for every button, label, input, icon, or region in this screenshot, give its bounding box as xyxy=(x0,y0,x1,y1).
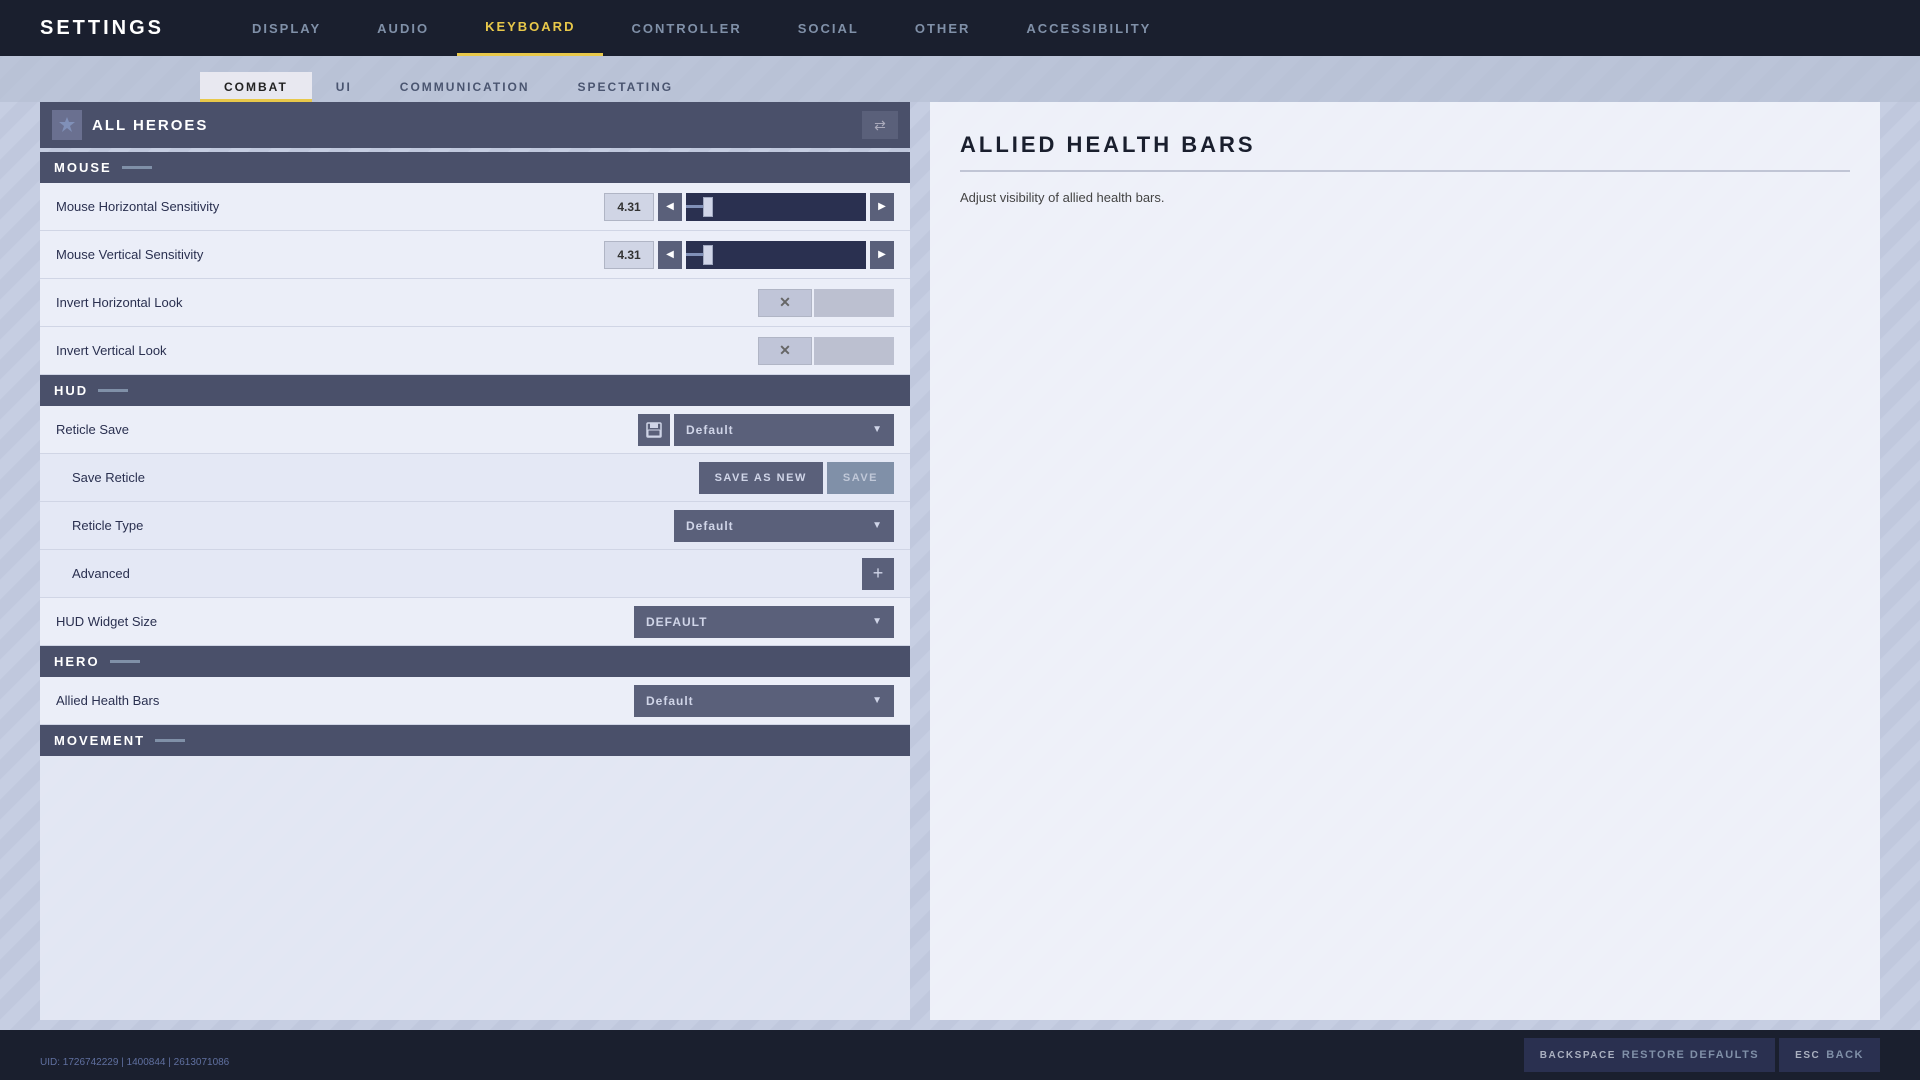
slider-h-thumb[interactable] xyxy=(703,197,713,217)
save-button[interactable]: SAVE xyxy=(827,462,894,494)
toggle-x2-icon: ✕ xyxy=(779,342,791,359)
toggle-empty-right xyxy=(814,289,894,317)
nav-audio[interactable]: AUDIO xyxy=(349,0,457,56)
back-label: BACK xyxy=(1826,1049,1864,1061)
toggle-invert-h-button[interactable]: ✕ xyxy=(758,289,812,317)
section-header-hero: HERO xyxy=(40,646,910,677)
section-title-movement: MOVEMENT xyxy=(54,733,145,748)
nav-display[interactable]: DISPLAY xyxy=(224,0,349,56)
reticle-save-arrow-icon: ▼ xyxy=(872,424,882,435)
table-row: Advanced + xyxy=(40,550,910,598)
esc-key-label: ESC xyxy=(1795,1050,1820,1061)
detail-title: ALLIED HEALTH BARS xyxy=(960,132,1850,172)
table-row: Reticle Save Default ▼ xyxy=(40,406,910,454)
toggle-x-icon: ✕ xyxy=(779,294,791,311)
allied-health-dropdown[interactable]: Default ▼ xyxy=(634,685,894,717)
section-header-movement: MOVEMENT xyxy=(40,725,910,756)
tab-communication[interactable]: COMMUNICATION xyxy=(376,72,554,102)
slider-v-right[interactable]: ▶ xyxy=(870,241,894,269)
tab-combat[interactable]: COMBAT xyxy=(200,72,312,102)
tab-ui[interactable]: UI xyxy=(312,72,376,102)
section-title-hud: HUD xyxy=(54,383,88,398)
table-row[interactable]: Allied Health Bars Default ▼ xyxy=(40,677,910,725)
app-title: SETTINGS xyxy=(40,17,164,40)
hud-widget-dropdown[interactable]: DEFAULT ▼ xyxy=(634,606,894,638)
hud-widget-value: DEFAULT xyxy=(646,615,864,629)
slider-horizontal: 4.31 ◀ ▶ xyxy=(604,193,894,221)
setting-label-reticle-type: Reticle Type xyxy=(72,518,674,533)
toggle-invert-v: ✕ xyxy=(758,337,894,365)
reticle-save-control: Default ▼ xyxy=(638,414,894,446)
sub-tabs: COMBAT UI COMMUNICATION SPECTATING xyxy=(0,56,1920,102)
table-row: Invert Horizontal Look ✕ xyxy=(40,279,910,327)
hero-icon xyxy=(52,110,82,140)
reticle-save-dropdown[interactable]: Default ▼ xyxy=(674,414,894,446)
table-row: Mouse Horizontal Sensitivity 4.31 ◀ ▶ xyxy=(40,183,910,231)
restore-defaults-label: RESTORE DEFAULTS xyxy=(1622,1049,1759,1061)
reticle-type-dropdown[interactable]: Default ▼ xyxy=(674,510,894,542)
slider-h-left[interactable]: ◀ xyxy=(658,193,682,221)
setting-label-save-reticle: Save Reticle xyxy=(72,470,699,485)
section-header-mouse: MOUSE xyxy=(40,152,910,183)
slider-v-left[interactable]: ◀ xyxy=(658,241,682,269)
slider-v-track[interactable] xyxy=(686,241,866,269)
nav-keyboard[interactable]: KEYBOARD xyxy=(457,0,603,56)
save-as-new-button[interactable]: SAVE AS NEW xyxy=(699,462,823,494)
hero-selector: ALL HEROES ⇄ xyxy=(40,102,910,148)
advanced-expand-button[interactable]: + xyxy=(862,558,894,590)
watermark: UID: 1726742229 | 1400844 | 2613071086 xyxy=(40,1057,229,1068)
reticle-type-value: Default xyxy=(686,519,864,533)
reticle-save-value: Default xyxy=(686,423,864,437)
settings-list: MOUSE Mouse Horizontal Sensitivity 4.31 … xyxy=(40,152,910,1020)
hero-switch-button[interactable]: ⇄ xyxy=(862,111,898,139)
hud-widget-arrow-icon: ▼ xyxy=(872,616,882,627)
setting-label-reticle-save: Reticle Save xyxy=(56,422,638,437)
toggle-empty-right2 xyxy=(814,337,894,365)
restore-defaults-button[interactable]: BACKSPACE RESTORE DEFAULTS xyxy=(1524,1038,1775,1072)
save-reticle-buttons: SAVE AS NEW SAVE xyxy=(699,462,894,494)
main-content: ALL HEROES ⇄ MOUSE Mouse Horizontal Sens… xyxy=(40,102,1880,1020)
table-row: Invert Vertical Look ✕ xyxy=(40,327,910,375)
slider-v-thumb[interactable] xyxy=(703,245,713,265)
reticle-type-arrow-icon: ▼ xyxy=(872,520,882,531)
slider-h-track[interactable] xyxy=(686,193,866,221)
toggle-invert-v-button[interactable]: ✕ xyxy=(758,337,812,365)
back-button[interactable]: ESC BACK xyxy=(1779,1038,1880,1072)
tab-spectating[interactable]: SPECTATING xyxy=(554,72,698,102)
setting-label-mouse-h: Mouse Horizontal Sensitivity xyxy=(56,199,604,214)
nav-other[interactable]: OTHER xyxy=(887,0,999,56)
table-row: HUD Widget Size DEFAULT ▼ xyxy=(40,598,910,646)
nav-controller[interactable]: CONTROLLER xyxy=(603,0,769,56)
section-header-hud: HUD xyxy=(40,375,910,406)
section-title-hero: HERO xyxy=(54,654,100,669)
left-panel: ALL HEROES ⇄ MOUSE Mouse Horizontal Sens… xyxy=(40,102,910,1020)
slider-h-value: 4.31 xyxy=(604,193,654,221)
setting-label-advanced: Advanced xyxy=(72,566,862,581)
nav-social[interactable]: SOCIAL xyxy=(770,0,887,56)
section-title-mouse: MOUSE xyxy=(54,160,112,175)
allied-health-arrow-icon: ▼ xyxy=(872,695,882,706)
bottom-bar: UID: 1726742229 | 1400844 | 2613071086 B… xyxy=(0,1030,1920,1080)
setting-label-hud-widget: HUD Widget Size xyxy=(56,614,634,629)
slider-v-value: 4.31 xyxy=(604,241,654,269)
main-nav: DISPLAY AUDIO KEYBOARD CONTROLLER SOCIAL… xyxy=(224,0,1179,56)
detail-description: Adjust visibility of allied health bars. xyxy=(960,188,1850,209)
reticle-save-icon xyxy=(638,414,670,446)
table-row: Save Reticle SAVE AS NEW SAVE xyxy=(40,454,910,502)
table-row: Mouse Vertical Sensitivity 4.31 ◀ ▶ xyxy=(40,231,910,279)
toggle-invert-h: ✕ xyxy=(758,289,894,317)
setting-label-invert-h: Invert Horizontal Look xyxy=(56,295,758,310)
hero-label: ALL HEROES xyxy=(92,117,852,134)
setting-label-mouse-v: Mouse Vertical Sensitivity xyxy=(56,247,604,262)
allied-health-value: Default xyxy=(646,694,864,708)
setting-label-invert-v: Invert Vertical Look xyxy=(56,343,758,358)
table-row: Reticle Type Default ▼ xyxy=(40,502,910,550)
setting-label-allied-health: Allied Health Bars xyxy=(56,693,634,708)
top-nav: SETTINGS DISPLAY AUDIO KEYBOARD CONTROLL… xyxy=(0,0,1920,56)
slider-vertical: 4.31 ◀ ▶ xyxy=(604,241,894,269)
nav-accessibility[interactable]: ACCESSIBILITY xyxy=(998,0,1179,56)
slider-h-right[interactable]: ▶ xyxy=(870,193,894,221)
backspace-key-label: BACKSPACE xyxy=(1540,1050,1616,1061)
right-panel: ALLIED HEALTH BARS Adjust visibility of … xyxy=(930,102,1880,1020)
